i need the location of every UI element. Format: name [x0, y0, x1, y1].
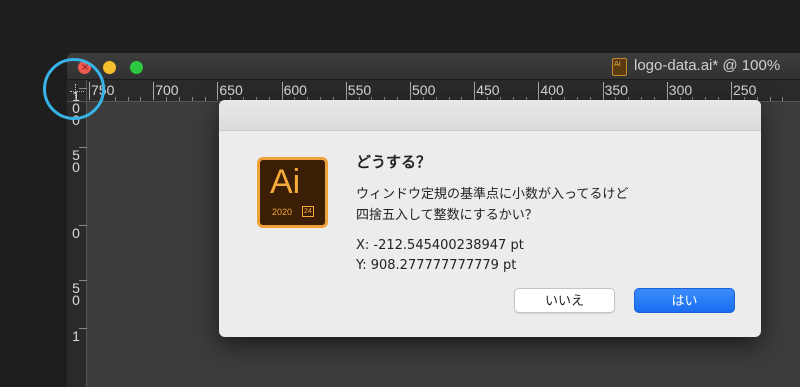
- ruler-major-tick: [474, 82, 476, 100]
- dialog-header: [219, 100, 761, 131]
- ruler-minor-tick: [114, 97, 116, 101]
- ruler-minor-tick: [178, 97, 180, 101]
- dialog-message-line1: ウィンドウ定規の基準点に小数が入ってるけど: [356, 187, 629, 202]
- ruler-label: 350: [604, 82, 628, 98]
- ruler-label: 450: [476, 82, 500, 98]
- ruler-label: 1: [72, 328, 80, 344]
- ruler-major-tick: [79, 147, 87, 148]
- document-icon-text: Ai: [614, 60, 621, 68]
- ruler-label: 650: [219, 82, 243, 98]
- ruler-label: 0: [72, 225, 80, 241]
- ruler-major-tick: [217, 82, 219, 100]
- desktop: × Ai logo-data.ai* @ 100% 750 700 650 600 55…: [0, 0, 800, 387]
- ruler-minor-tick: [204, 97, 206, 101]
- ruler-major-tick: [731, 82, 732, 100]
- app-icon-year: 2020: [272, 207, 293, 217]
- ruler-label: 600: [283, 82, 307, 98]
- ruler-major-tick: [281, 82, 283, 100]
- ruler-major-tick: [410, 82, 411, 100]
- origin-x-value: X: -212.545400238947 pt: [356, 238, 524, 253]
- ruler-minor-tick: [166, 97, 168, 101]
- round-origin-dialog: Ai 2020 24 どうする？ ウィンドウ定規の基準点に小数が入ってるけど 四…: [219, 100, 761, 337]
- ruler-minor-tick: [191, 97, 193, 101]
- ruler-major-tick: [79, 328, 87, 329]
- ruler-label: 550: [347, 82, 372, 98]
- ruler-major-tick: [602, 82, 604, 100]
- ruler-minor-tick: [140, 97, 142, 101]
- ruler-minor-tick: [769, 97, 771, 101]
- document-icon: Ai: [612, 58, 627, 76]
- ruler-label: 50: [72, 147, 80, 175]
- ruler-label: 300: [668, 82, 693, 98]
- origin-y-value: Y: 908.277777777779 pt: [356, 258, 517, 273]
- ruler-major-tick: [79, 225, 87, 226]
- app-icon-text: Ai: [270, 163, 301, 201]
- vertical-ruler[interactable]: 100500501: [67, 88, 87, 387]
- ruler-label: 700: [155, 82, 179, 98]
- ruler-major-tick: [666, 82, 668, 100]
- horizontal-ruler[interactable]: 750 700 650 600 550 500 450 400 350 300 250: [87, 80, 800, 102]
- ruler-label: 500: [412, 82, 436, 98]
- zoom-window-button[interactable]: [130, 61, 143, 74]
- ruler-label: 400: [540, 82, 564, 98]
- dialog-message-line2: 四捨五入して整数にするかい？: [356, 208, 538, 223]
- illustrator-app-icon: Ai 2020 24: [257, 157, 328, 228]
- ruler-minor-tick: [782, 97, 784, 101]
- window-titlebar[interactable]: × Ai logo-data.ai* @ 100%: [67, 53, 800, 80]
- minimize-window-button[interactable]: [103, 61, 116, 74]
- ruler-label: 250: [733, 82, 757, 98]
- ruler-origin-highlight-circle: [43, 58, 105, 120]
- yes-button[interactable]: はい: [634, 288, 735, 313]
- ruler-major-tick: [79, 280, 87, 281]
- no-button[interactable]: いいえ: [514, 288, 615, 313]
- window-title: logo-data.ai* @ 100%: [634, 57, 781, 74]
- ruler-minor-tick: [127, 97, 129, 101]
- dialog-title: どうする？: [356, 153, 432, 171]
- app-icon-version: 24: [302, 206, 314, 217]
- ruler-label: 50: [72, 280, 80, 308]
- ruler-major-tick: [345, 82, 347, 100]
- ruler-major-tick: [153, 82, 155, 100]
- ruler-major-tick: [538, 82, 540, 100]
